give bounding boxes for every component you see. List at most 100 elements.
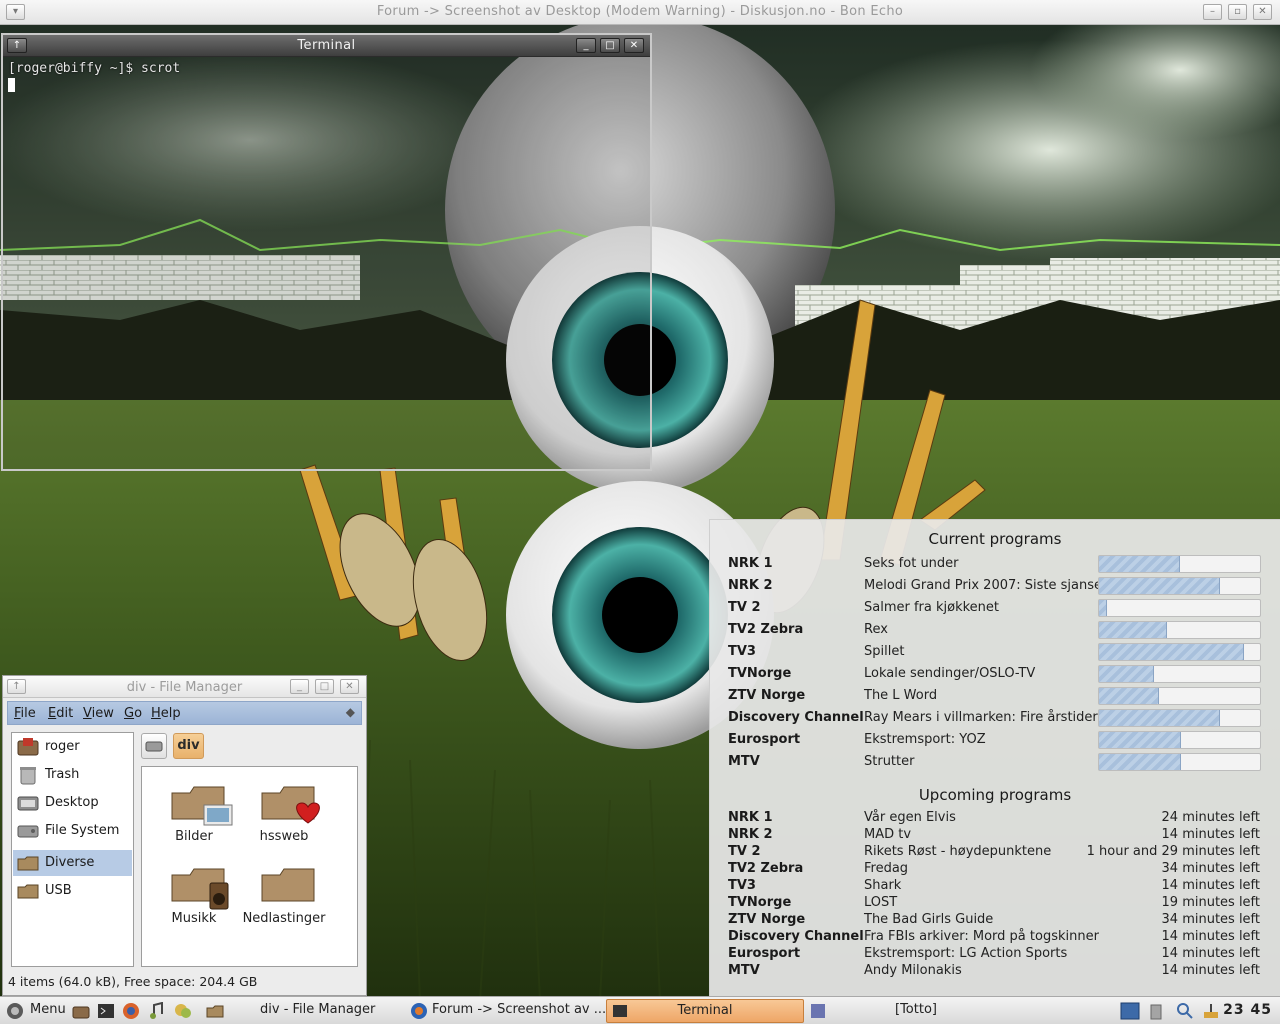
firefox-icon[interactable] [122, 1002, 140, 1020]
home-folder-icon[interactable] [72, 1002, 90, 1020]
browser-title-bar: ▾ Forum -> Screenshot av Desktop (Modem … [0, 0, 1280, 25]
path-crumb-current[interactable]: div [173, 733, 204, 759]
menu-file[interactable]: File [14, 706, 36, 721]
current-program-row: TV3 Spillet [728, 641, 1262, 663]
program-title: Rikets Røst - høydepunktene [864, 844, 1052, 859]
menu-view[interactable]: View [83, 706, 114, 721]
progress-fill [1099, 666, 1154, 682]
upcoming-program-row: TV3 Shark 14 minutes left [728, 878, 1260, 895]
current-program-row: MTV Strutter [728, 751, 1262, 773]
terminal-icon[interactable] [97, 1002, 115, 1020]
minimize-button[interactable]: – [1203, 4, 1222, 20]
channel-name: TV3 [728, 878, 756, 893]
program-title: MAD tv [864, 827, 912, 842]
maximize-button[interactable]: □ [315, 679, 334, 694]
time-left: 14 minutes left [1161, 878, 1260, 893]
menu-go[interactable]: Go [124, 706, 142, 721]
program-title: Rex [864, 622, 888, 637]
progress-fill [1099, 556, 1180, 572]
file-item-bilder[interactable]: Bilder [146, 777, 242, 853]
chat-icon[interactable] [174, 1002, 192, 1020]
favorite-folder-icon [261, 786, 320, 824]
folder-icon[interactable] [206, 1002, 224, 1020]
channel-name: NRK 1 [728, 810, 773, 825]
menu-help[interactable]: Help [151, 706, 181, 721]
close-button[interactable]: ✕ [1253, 4, 1272, 20]
program-title: The Bad Girls Guide [864, 912, 994, 927]
program-title: The L Word [864, 688, 938, 703]
desktop-switcher-icon[interactable] [1120, 1002, 1140, 1020]
progress-fill [1099, 688, 1159, 704]
menu-button[interactable]: Menu [30, 999, 66, 1023]
sidebar-item-file-system[interactable]: File System [13, 818, 132, 844]
channel-name: Discovery Channel [728, 929, 864, 944]
current-program-row: NRK 1 Seks fot under [728, 553, 1262, 575]
folder-icon [261, 868, 315, 902]
program-progress-bar [1098, 643, 1261, 661]
program-progress-bar [1098, 709, 1261, 727]
menu-bar: File Edit View Go Help ◆ [7, 701, 362, 725]
sidebar-item-diverse[interactable]: Diverse [13, 850, 132, 876]
progress-fill [1099, 644, 1244, 660]
terminal-output[interactable]: [roger@biffy ~]$ scrot [6, 60, 647, 466]
sidebar-item-roger[interactable]: roger [13, 734, 132, 760]
task-terminal[interactable]: Terminal [606, 999, 804, 1023]
maximize-button[interactable]: ▫ [1228, 4, 1247, 20]
harddisk-icon [17, 825, 39, 838]
trash-icon[interactable] [1148, 1002, 1164, 1020]
progress-fill [1099, 578, 1220, 594]
upcoming-program-row: MTV Andy Milonakis 14 minutes left [728, 963, 1260, 980]
task-totto[interactable]: [Totto] [895, 999, 937, 1023]
channel-name: MTV [728, 963, 760, 978]
folder-icon [17, 884, 39, 899]
current-program-row: Eurosport Ekstremsport: YOZ [728, 729, 1262, 751]
terminal-icon [613, 1005, 627, 1017]
music-icon[interactable] [148, 1002, 166, 1020]
channel-name: TV2 Zebra [728, 861, 804, 876]
program-title: Strutter [864, 754, 915, 769]
home-folder-icon [17, 738, 39, 756]
path-bar: div [141, 732, 363, 760]
terminal-window[interactable]: ↑ Terminal _ □ ✕ [roger@biffy ~]$ scrot [1, 33, 652, 471]
path-root-button[interactable] [141, 733, 167, 759]
file-item-nedlastinger[interactable]: Nedlastinger [236, 859, 332, 935]
close-button[interactable]: ✕ [624, 38, 644, 53]
program-title: Ekstremsport: LG Action Sports [864, 946, 1068, 961]
file-item-hssweb[interactable]: hssweb [236, 777, 332, 853]
program-progress-bar [1098, 665, 1261, 683]
desktop-icon [17, 796, 39, 811]
time-left: 14 minutes left [1161, 946, 1260, 961]
close-button[interactable]: ✕ [340, 679, 359, 694]
sidebar-item-trash[interactable]: Trash [13, 762, 132, 788]
image-icon [811, 1004, 825, 1018]
file-item-musikk[interactable]: Musikk [146, 859, 242, 935]
file-manager-window[interactable]: ↑ div - File Manager _ □ ✕ File Edit Vie… [2, 675, 367, 996]
channel-name: TV 2 [728, 844, 761, 859]
program-title: Andy Milonakis [864, 963, 962, 978]
file-manager-title-bar[interactable]: ↑ div - File Manager _ □ ✕ [3, 676, 366, 698]
browser-icon [411, 1003, 427, 1019]
current-program-row: NRK 2 Melodi Grand Prix 2007: Siste sjans… [728, 575, 1262, 597]
program-title: Ekstremsport: YOZ [864, 732, 986, 747]
task-terminal-label: Terminal [677, 1003, 733, 1018]
task-file-manager[interactable]: div - File Manager [260, 999, 375, 1023]
search-icon[interactable] [1176, 1002, 1194, 1020]
menu-icon[interactable] [6, 1002, 24, 1020]
clock: 23 45 [1223, 1002, 1272, 1018]
file-manager-title: div - File Manager [126, 680, 243, 695]
terminal-title: Terminal [297, 38, 356, 53]
terminal-title-bar[interactable]: ↑ Terminal _ □ ✕ [3, 35, 650, 57]
time-left: 24 minutes left [1161, 810, 1260, 825]
minimize-button[interactable]: _ [576, 38, 596, 53]
task-forum-browser[interactable]: Forum -> Screenshot av ... [432, 999, 606, 1023]
network-icon[interactable] [1202, 1002, 1220, 1020]
program-title: Lokale sendinger/OSLO-TV [864, 666, 1036, 681]
menu-edit[interactable]: Edit [48, 706, 73, 721]
upcoming-program-row: Discovery Channel Fra FBIs arkiver: Mord … [728, 929, 1260, 946]
minimize-button[interactable]: _ [290, 679, 309, 694]
maximize-button[interactable]: □ [600, 38, 620, 53]
file-view: Bilder hssweb Musikk Nedlastinger [141, 766, 358, 967]
sidebar-item-usb[interactable]: USB [13, 878, 132, 904]
channel-name: NRK 2 [728, 827, 773, 842]
sidebar-item-desktop[interactable]: Desktop [13, 790, 132, 816]
